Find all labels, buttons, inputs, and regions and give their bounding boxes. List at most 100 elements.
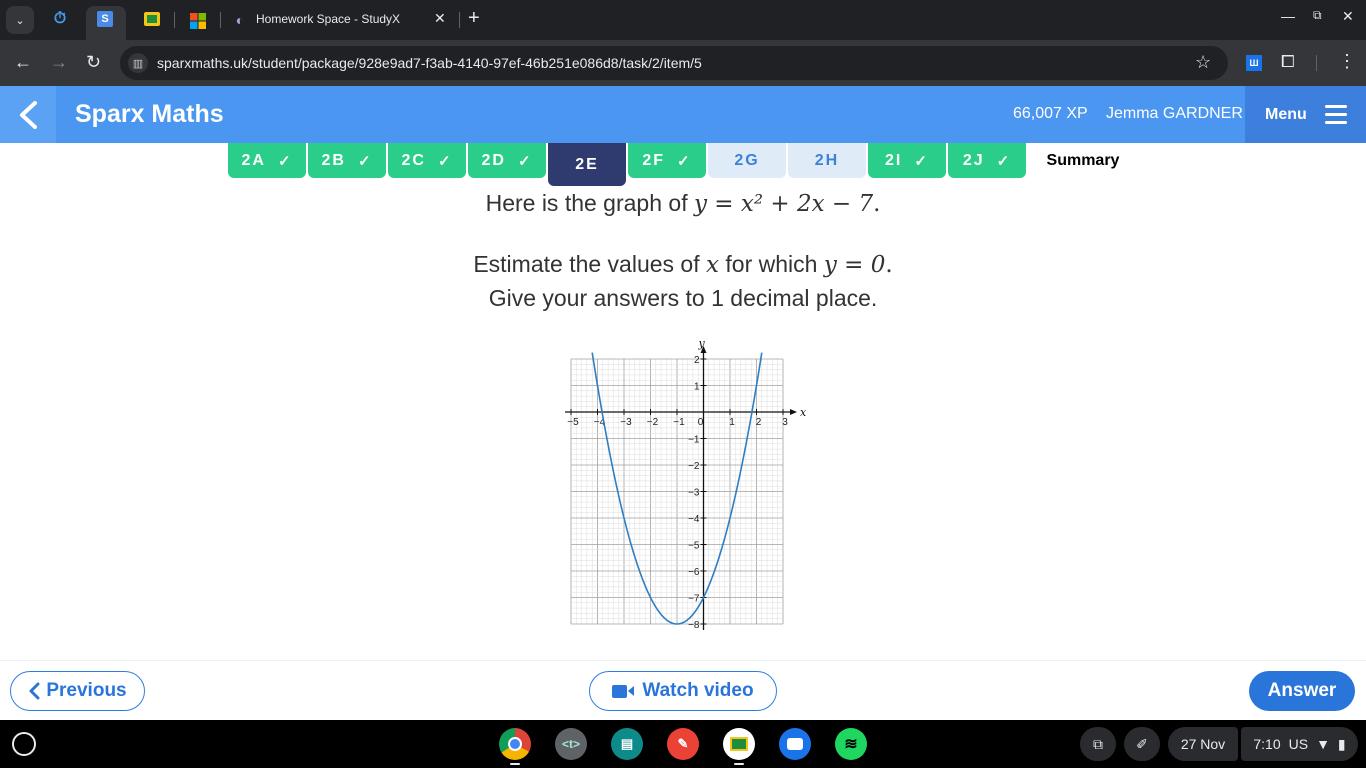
x-tick-label: 2 <box>756 417 762 428</box>
tab-separator <box>174 12 175 28</box>
restore-icon[interactable]: ⧉ <box>1313 8 1322 23</box>
task-tab-2f[interactable]: 2F ✓ <box>628 143 706 178</box>
watch-video-button[interactable]: Watch video <box>589 671 777 711</box>
chevron-down-icon: ⌄ <box>15 14 25 27</box>
holding-space-icon[interactable]: ⧉ <box>1080 727 1116 761</box>
equation: y = 0 <box>823 252 886 278</box>
google-classroom-icon[interactable] <box>144 12 160 26</box>
locale: US <box>1288 736 1309 752</box>
google-classroom-icon[interactable] <box>723 728 755 760</box>
task-tab-label: 2D <box>481 151 506 169</box>
more-options-icon[interactable]: ⋮ <box>1338 51 1356 72</box>
previous-button[interactable]: Previous <box>10 671 145 711</box>
y-tick-label: −6 <box>688 567 700 578</box>
checkmark-icon: ✓ <box>996 152 1012 170</box>
brand-title: Sparx Maths <box>75 100 224 128</box>
task-tab-summary[interactable]: Summary <box>1028 143 1138 178</box>
sparx-s-icon[interactable]: S <box>97 11 113 27</box>
y-tick-label: −5 <box>688 541 700 552</box>
url-text[interactable]: sparxmaths.uk/student/package/928e9ad7-f… <box>157 55 702 71</box>
task-tab-2b[interactable]: 2B ✓ <box>308 143 386 178</box>
stylus-pen-icon[interactable]: ✐ <box>1124 727 1160 761</box>
task-tab-label: 2E <box>575 155 599 173</box>
chevron-left-icon <box>20 100 37 129</box>
task-tab-2i[interactable]: 2I ✓ <box>868 143 946 178</box>
checkmark-icon: ✓ <box>437 152 453 170</box>
task-tab-label: 2I <box>885 151 903 169</box>
battery-icon: ▮ <box>1337 735 1346 752</box>
previous-label: Previous <box>46 680 127 701</box>
microsoft-icon[interactable] <box>188 11 208 31</box>
question-line-1: Here is the graph of y = x² + 2x − 7. <box>0 190 1366 217</box>
watch-video-label: Watch video <box>642 680 754 701</box>
punctuation: . <box>885 252 893 278</box>
site-info-icon[interactable]: ▥ <box>128 53 148 73</box>
task-tab-label: Summary <box>1046 151 1120 169</box>
close-window-icon[interactable]: ✕ <box>1342 8 1354 25</box>
x-axis-arrow <box>790 409 797 415</box>
chrome-icon[interactable] <box>499 728 531 760</box>
running-indicator <box>510 763 520 765</box>
task-tab-2e[interactable]: 2E <box>548 143 626 186</box>
task-tab-label: 2A <box>241 151 266 169</box>
clock: 7:10 <box>1253 736 1281 752</box>
question-text: Estimate the values of <box>473 251 707 277</box>
task-tab-2h[interactable]: 2H <box>788 143 866 178</box>
screencast-icon[interactable]: ▤ <box>611 728 643 760</box>
menu-label: Menu <box>1265 105 1307 123</box>
equation: y = x² + 2x − 7 <box>693 191 874 217</box>
task-tab-2a[interactable]: 2A ✓ <box>228 143 306 178</box>
forward-arrow-icon[interactable]: → <box>50 52 68 73</box>
x-tick-label: 0 <box>698 417 704 428</box>
status-tray[interactable]: 7:10 US ▼ ▮ <box>1241 727 1358 761</box>
task-tab-2d[interactable]: 2D ✓ <box>468 143 546 178</box>
checkmark-icon: ✓ <box>517 152 533 170</box>
bookmark-star-icon[interactable]: ☆ <box>1195 52 1211 73</box>
date-display[interactable]: 27 Nov <box>1168 727 1238 761</box>
task-tab-2j[interactable]: 2J ✓ <box>948 143 1026 178</box>
task-tab-label: 2C <box>401 151 426 169</box>
quadratic-graph: xy−5 −4 −3 −2 −1 0 1 2 321−1−2−3−4−5−6−7−8 <box>565 337 807 631</box>
canvas-icon[interactable]: ✎ <box>667 728 699 760</box>
y-tick-label: −3 <box>688 488 700 499</box>
minimize-icon[interactable]: — <box>1281 8 1295 24</box>
task-tab-2c[interactable]: 2C ✓ <box>388 143 466 178</box>
task-tab-label: 2F <box>642 151 666 169</box>
y-tick-label: −1 <box>688 435 700 446</box>
checkmark-icon: ✓ <box>277 152 293 170</box>
checkmark-icon: ✓ <box>677 152 692 170</box>
camera-icon[interactable] <box>779 728 811 760</box>
spotify-icon[interactable]: ≋ <box>835 728 867 760</box>
close-tab-icon[interactable]: ✕ <box>434 10 446 27</box>
menu-button[interactable]: Menu <box>1245 86 1366 143</box>
tab-separator <box>220 12 221 28</box>
task-tabs: 2A ✓ 2B ✓ 2C ✓ 2D ✓ 2E 2F ✓ 2G 2H 2I ✓ 2J ✓ Summary <box>228 143 1138 186</box>
back-arrow-icon[interactable]: ← <box>14 52 32 73</box>
task-tab-2g[interactable]: 2G <box>708 143 786 178</box>
tab-search-button[interactable]: ⌄ <box>6 6 34 34</box>
x-tick-label: 1 <box>729 417 735 428</box>
question-text: for which <box>719 251 824 277</box>
x-tick-label: −3 <box>620 417 632 428</box>
new-tab-button[interactable]: + <box>468 7 480 30</box>
extension-icon[interactable]: Ш <box>1246 55 1262 71</box>
checkmark-icon: ✓ <box>357 152 373 170</box>
text-editor-icon[interactable]: <t> <box>555 728 587 760</box>
hamburger-icon <box>1324 105 1347 124</box>
y-axis-label: y <box>698 337 706 350</box>
xp-counter: 66,007 XP <box>1013 105 1088 122</box>
back-button[interactable] <box>0 86 56 143</box>
answer-button[interactable]: Answer <box>1249 671 1355 711</box>
y-tick-label: 2 <box>694 355 700 366</box>
extensions-puzzle-icon[interactable]: ⧠ <box>1281 52 1295 72</box>
task-tab-label: 2B <box>321 151 346 169</box>
timer-icon[interactable]: ⏱ <box>50 9 70 29</box>
variable: x <box>706 252 719 278</box>
x-tick-label: −5 <box>567 417 579 428</box>
question-text: Here is the graph of <box>485 190 694 216</box>
tab-title[interactable]: Homework Space - StudyX <box>256 12 400 26</box>
launcher-icon[interactable] <box>12 732 36 756</box>
punctuation: . <box>873 191 881 217</box>
reload-icon[interactable]: ↻ <box>86 52 101 73</box>
question-line-3: Give your answers to 1 decimal place. <box>488 285 878 311</box>
